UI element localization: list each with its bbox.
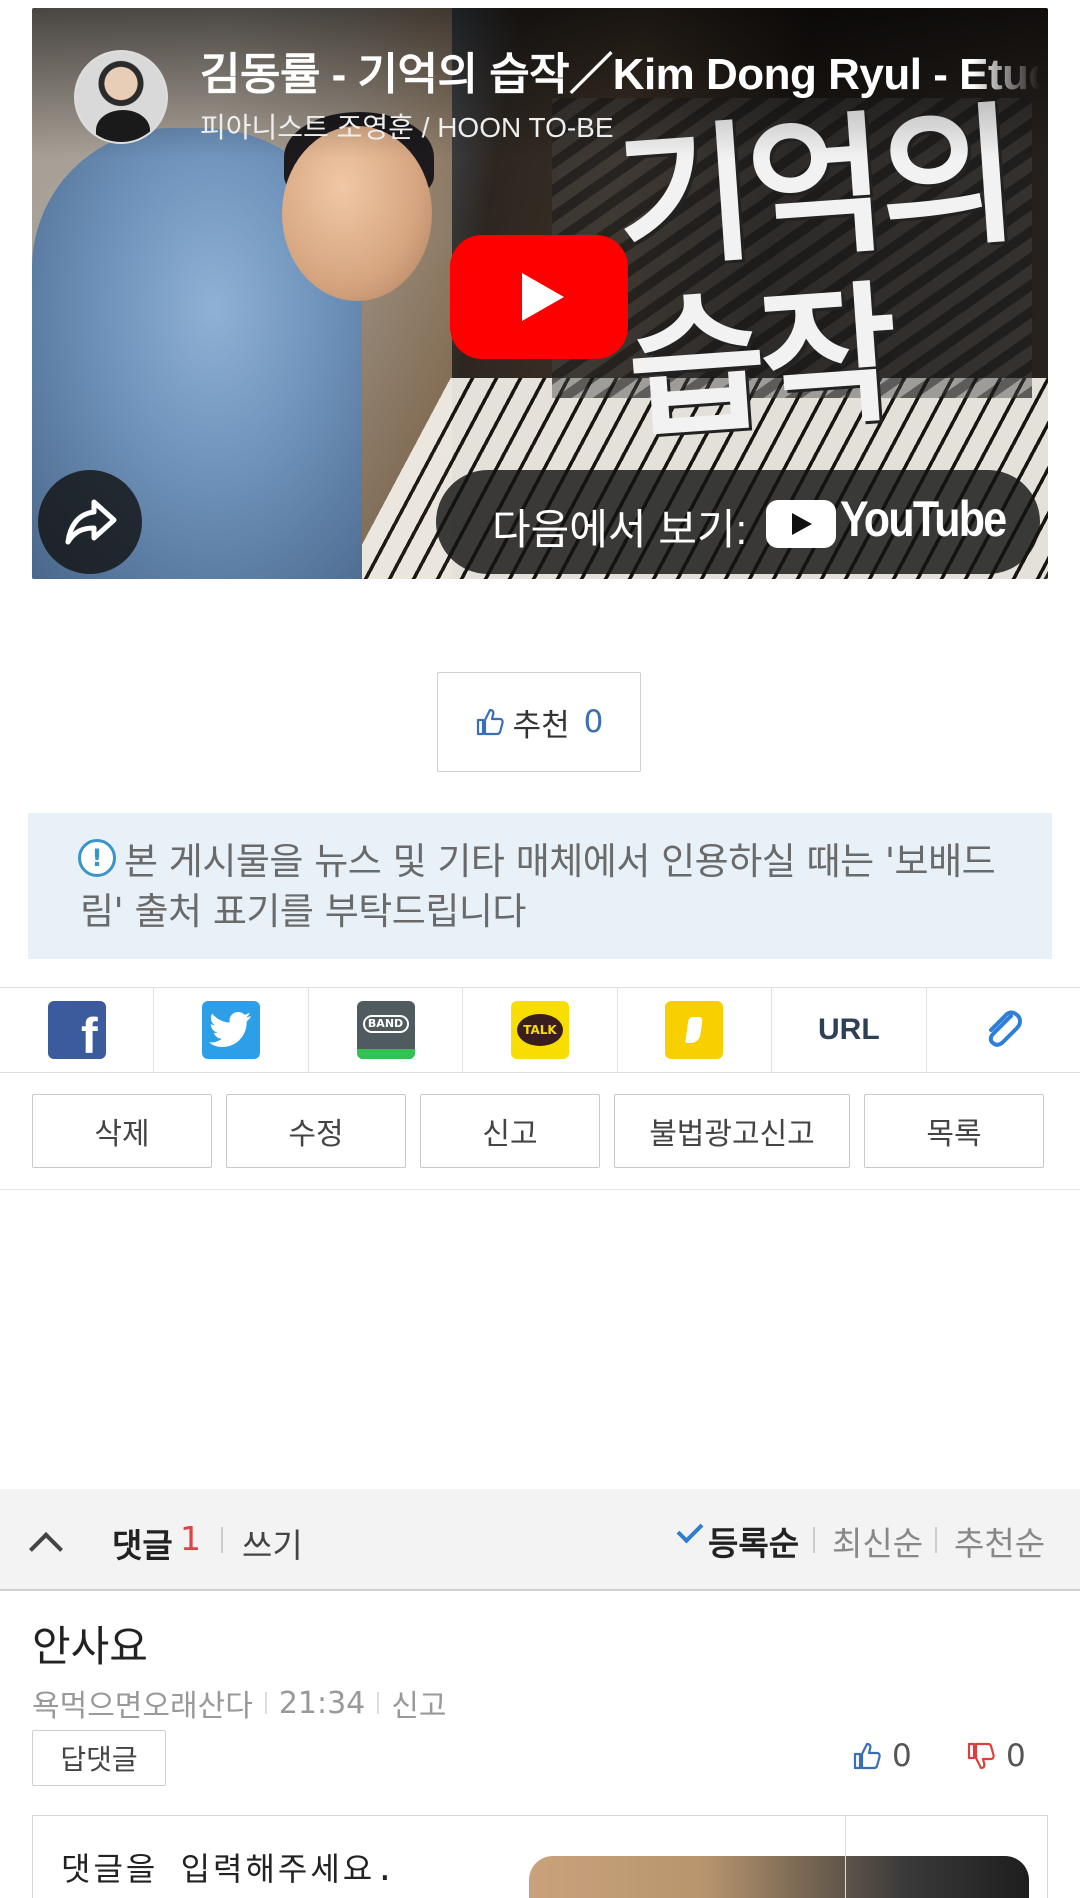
comment-upvote-button[interactable]: 0 [852,1738,912,1774]
kakaotalk-icon: TALK [510,1001,569,1059]
attached-video-thumbnail [529,1856,1029,1898]
comment-text: 안사요 [32,1622,148,1671]
share-facebook-button[interactable]: f [0,988,155,1072]
comment-label: 댓글 [112,1526,173,1565]
twitter-icon [202,1001,261,1059]
band-icon-label: BAND [362,1015,409,1033]
share-band-button[interactable]: BAND [309,988,464,1072]
facebook-icon: f [47,1001,106,1064]
write-comment-link[interactable]: 쓰기 [242,1519,303,1567]
comment-input-placeholder: 댓글을 입력해주세요. [61,1850,398,1888]
report-button[interactable]: 신고 [420,1094,600,1168]
band-icon: BAND [356,1001,415,1059]
kakaostory-icon [665,1001,724,1059]
play-icon[interactable] [450,235,628,359]
video-channel[interactable]: 피아니스트 조영훈 / HOON TO-BE [200,106,614,146]
illegal-ad-report-button[interactable]: 불법광고신고 [614,1094,850,1168]
section-divider [0,1189,1080,1190]
sort-recommended[interactable]: 추천순 [954,1517,1045,1565]
comment-downvote-button[interactable]: 0 [966,1738,1026,1774]
thumbs-up-icon [476,708,504,736]
sort-registered[interactable]: 등록순 [708,1517,799,1565]
url-label: URL [817,1013,880,1046]
reply-button[interactable]: 답댓글 [32,1730,166,1786]
comment-input[interactable]: 댓글을 입력해주세요. [32,1815,1048,1898]
watch-on-youtube-button[interactable]: 다음에서 보기: YouTube [436,470,1040,574]
comment-author[interactable]: 욕먹으면오래산다 [32,1681,253,1725]
post-actions: 삭제 수정 신고 불법광고신고 목록 [32,1094,1048,1168]
downvote-count: 0 [1006,1738,1026,1774]
recommend-count: 0 [583,704,604,740]
attach-link-button[interactable] [927,988,1080,1072]
recommend-button[interactable]: 추천 0 [437,672,641,772]
recommend-label: 추천 [512,707,570,744]
separator [221,1527,223,1553]
youtube-wordmark: YouTube [840,491,1007,547]
watch-on-label: 다음에서 보기: [492,506,748,553]
input-divider [845,1816,846,1898]
list-button[interactable]: 목록 [864,1094,1044,1168]
comment-report-link[interactable]: 신고 [391,1681,446,1725]
separator [813,1527,815,1553]
paperclip-icon [988,1010,1023,1047]
separator [935,1527,937,1553]
check-icon [676,1516,704,1544]
notice-text: 본 게시물을 뉴스 및 기타 매체에서 인용하실 때는 '보배드림' 출처 표기… [80,840,996,933]
share-bar: f BAND TALK URL [0,987,1080,1073]
youtube-embed[interactable]: 기억의습작 김동률 - 기억의 습작／Kim Dong Ryul - Etude… [32,8,1048,579]
share-twitter-button[interactable] [154,988,309,1072]
thumbs-down-icon [967,1742,995,1770]
comment-meta: 욕먹으면오래산다 21:34 신고 [32,1681,446,1725]
kakaotalk-icon-label: TALK [516,1014,563,1046]
share-icon [65,499,117,545]
comment-time: 21:34 [278,1685,366,1721]
upvote-count: 0 [892,1738,912,1774]
channel-avatar[interactable] [74,50,168,144]
comment-header: 댓글 1 쓰기 등록순 최신순 추천순 [0,1489,1080,1591]
share-kakaostory-button[interactable] [618,988,773,1072]
video-title[interactable]: 김동률 - 기억의 습작／Kim Dong Ryul - Etude of Me… [200,38,1040,102]
sort-latest[interactable]: 최신순 [832,1517,923,1565]
share-kakaotalk-button[interactable]: TALK [463,988,618,1072]
share-button[interactable] [38,470,142,574]
youtube-logo-icon [766,500,836,548]
citation-notice: ! 본 게시물을 뉴스 및 기타 매체에서 인용하실 때는 '보배드림' 출처 … [28,813,1052,959]
delete-button[interactable]: 삭제 [32,1094,212,1168]
copy-url-button[interactable]: URL [772,988,927,1072]
comment-count: 1 [180,1519,201,1558]
collapse-chevron-icon[interactable] [29,1532,63,1566]
thumbs-up-icon [853,1742,881,1770]
edit-button[interactable]: 수정 [226,1094,406,1168]
